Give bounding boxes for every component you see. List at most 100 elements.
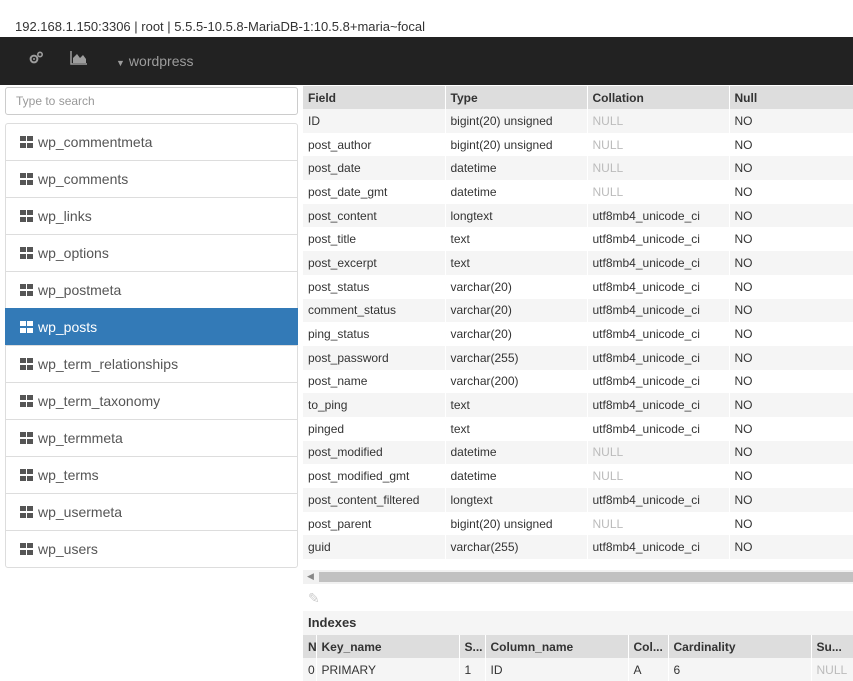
sidebar-item-wp-terms[interactable]: wp_terms [5, 456, 298, 494]
sidebar-item-label: wp_options [38, 245, 109, 261]
table-row[interactable]: post_date datetime NULL NO [303, 156, 853, 181]
index-column-header[interactable]: Su... [811, 635, 853, 658]
sidebar-item-wp-links[interactable]: wp_links [5, 197, 298, 235]
sidebar-item-wp-commentmeta[interactable]: wp_commentmeta [5, 123, 298, 161]
index-column-header[interactable]: S... [459, 635, 486, 658]
table-icon [20, 210, 33, 222]
table-cell: NULL [587, 132, 730, 157]
table-cell: post_content [303, 203, 446, 228]
table-row[interactable]: post_author bigint(20) unsigned NULL NO [303, 132, 853, 157]
table-cell: text [445, 416, 588, 441]
table-row[interactable]: post_parent bigint(20) unsigned NULL NO [303, 511, 853, 536]
table-cell: NO [729, 488, 853, 512]
table-row[interactable]: post_excerpt text utf8mb4_unicode_ci NO [303, 251, 853, 275]
table-row[interactable]: post_title text utf8mb4_unicode_ci NO [303, 227, 853, 252]
sidebar-item-label: wp_links [38, 208, 92, 224]
sidebar-item-label: wp_terms [38, 467, 99, 483]
table-row[interactable]: ping_status varchar(20) utf8mb4_unicode_ci… [303, 322, 853, 346]
sidebar-item-wp-term-relationships[interactable]: wp_term_relationships [5, 345, 298, 383]
table-cell: NULL [587, 156, 730, 181]
table-cell: utf8mb4_unicode_ci [587, 535, 730, 560]
column-header[interactable]: Type [445, 86, 588, 109]
table-cell: post_status [303, 274, 446, 299]
table-cell: to_ping [303, 393, 446, 417]
structure-grid[interactable]: Field Type Collation Null ID bigint(20) unsi… [303, 86, 853, 570]
table-cell: utf8mb4_unicode_ci [587, 488, 730, 512]
table-cell: varchar(20) [445, 274, 588, 299]
index-column-header[interactable]: Cardinality [668, 635, 812, 658]
table-cell: post_author [303, 132, 446, 157]
table-cell: utf8mb4_unicode_ci [587, 416, 730, 441]
horizontal-scrollbar[interactable]: ◀ [303, 570, 853, 584]
table-cell: utf8mb4_unicode_ci [587, 298, 730, 323]
table-row[interactable]: post_name varchar(200) utf8mb4_unicode_ci N… [303, 369, 853, 394]
index-column-header[interactable]: Col... [628, 635, 669, 658]
table-row[interactable]: comment_status varchar(20) utf8mb4_unicode… [303, 298, 853, 323]
table-cell: NO [729, 180, 853, 204]
area-chart-icon[interactable] [70, 50, 88, 69]
table-cell: ping_status [303, 322, 446, 346]
index-column-header[interactable]: Column_name [485, 635, 629, 658]
table-cell: post_password [303, 345, 446, 370]
table-cell: NO [729, 274, 853, 299]
sidebar-item-label: wp_commentmeta [38, 134, 153, 150]
table-row[interactable]: post_modified datetime NULL NO [303, 440, 853, 465]
column-header[interactable]: Null [729, 86, 853, 109]
table-row[interactable]: to_ping text utf8mb4_unicode_ci NO [303, 393, 853, 417]
column-header[interactable]: Collation [587, 86, 730, 109]
table-cell: NO [729, 416, 853, 441]
table-cell: varchar(200) [445, 369, 588, 394]
table-row[interactable]: post_content longtext utf8mb4_unicode_ci NO [303, 203, 853, 228]
connection-info: 192.168.1.150:3306 | root | 5.5.5-10.5.8… [15, 19, 426, 34]
table-row[interactable]: post_modified_gmt datetime NULL NO [303, 464, 853, 488]
table-row[interactable]: ID bigint(20) unsigned NULL NO [303, 109, 853, 133]
table-cell: datetime [445, 156, 588, 181]
sidebar-item-wp-users[interactable]: wp_users [5, 530, 298, 568]
table-cell: post_content_filtered [303, 488, 446, 512]
table-row[interactable]: post_status varchar(20) utf8mb4_unicode_ci… [303, 274, 853, 299]
table-cell: NO [729, 369, 853, 394]
cogs-icon[interactable] [28, 50, 44, 69]
table-cell: NO [729, 132, 853, 157]
index-column-header[interactable]: N [303, 635, 317, 658]
table-search-input[interactable] [5, 87, 298, 115]
table-cell: NULL [587, 464, 730, 488]
table-cell: utf8mb4_unicode_ci [587, 345, 730, 370]
sidebar-item-wp-termmeta[interactable]: wp_termmeta [5, 419, 298, 457]
table-cell: varchar(20) [445, 298, 588, 323]
table-cell: NO [729, 109, 853, 133]
table-cell: utf8mb4_unicode_ci [587, 227, 730, 252]
table-cell: post_parent [303, 511, 446, 536]
table-cell: bigint(20) unsigned [445, 132, 588, 157]
sidebar-item-wp-term-taxonomy[interactable]: wp_term_taxonomy [5, 382, 298, 420]
scroll-left-icon[interactable]: ◀ [307, 571, 314, 582]
sidebar-item-wp-posts[interactable]: wp_posts [5, 308, 298, 346]
table-cell: longtext [445, 488, 588, 512]
table-row[interactable]: guid varchar(255) utf8mb4_unicode_ci NO [303, 535, 853, 560]
table-cell: utf8mb4_unicode_ci [587, 369, 730, 394]
scrollbar-thumb[interactable] [319, 572, 853, 582]
sidebar-item-wp-options[interactable]: wp_options [5, 234, 298, 272]
index-column-header[interactable]: Key_name [316, 635, 460, 658]
table-cell: datetime [445, 440, 588, 465]
sidebar-item-wp-postmeta[interactable]: wp_postmeta [5, 271, 298, 309]
table-cell: NULL [587, 511, 730, 536]
table-cell: NO [729, 203, 853, 228]
table-row[interactable]: post_content_filtered longtext utf8mb4_uni… [303, 488, 853, 512]
table-cell: datetime [445, 464, 588, 488]
table-cell: longtext [445, 203, 588, 228]
sidebar-item-wp-usermeta[interactable]: wp_usermeta [5, 493, 298, 531]
table-cell: post_date [303, 156, 446, 181]
table-cell: utf8mb4_unicode_ci [587, 251, 730, 275]
table-cell: comment_status [303, 298, 446, 323]
table-row[interactable]: pinged text utf8mb4_unicode_ci NO [303, 416, 853, 441]
table-cell: NO [729, 440, 853, 465]
indexes-table: N Key_name S... Column_name Col... Cardinalit… [303, 635, 853, 681]
database-dropdown[interactable]: ▼ wordpress [116, 53, 194, 69]
column-header[interactable]: Field [303, 86, 446, 109]
pencil-icon[interactable]: ✎ [308, 590, 320, 607]
table-row[interactable]: post_date_gmt datetime NULL NO [303, 180, 853, 204]
sidebar-item-wp-comments[interactable]: wp_comments [5, 160, 298, 198]
table-cell: varchar(255) [445, 535, 588, 560]
table-row[interactable]: post_password varchar(255) utf8mb4_unicode… [303, 345, 853, 370]
